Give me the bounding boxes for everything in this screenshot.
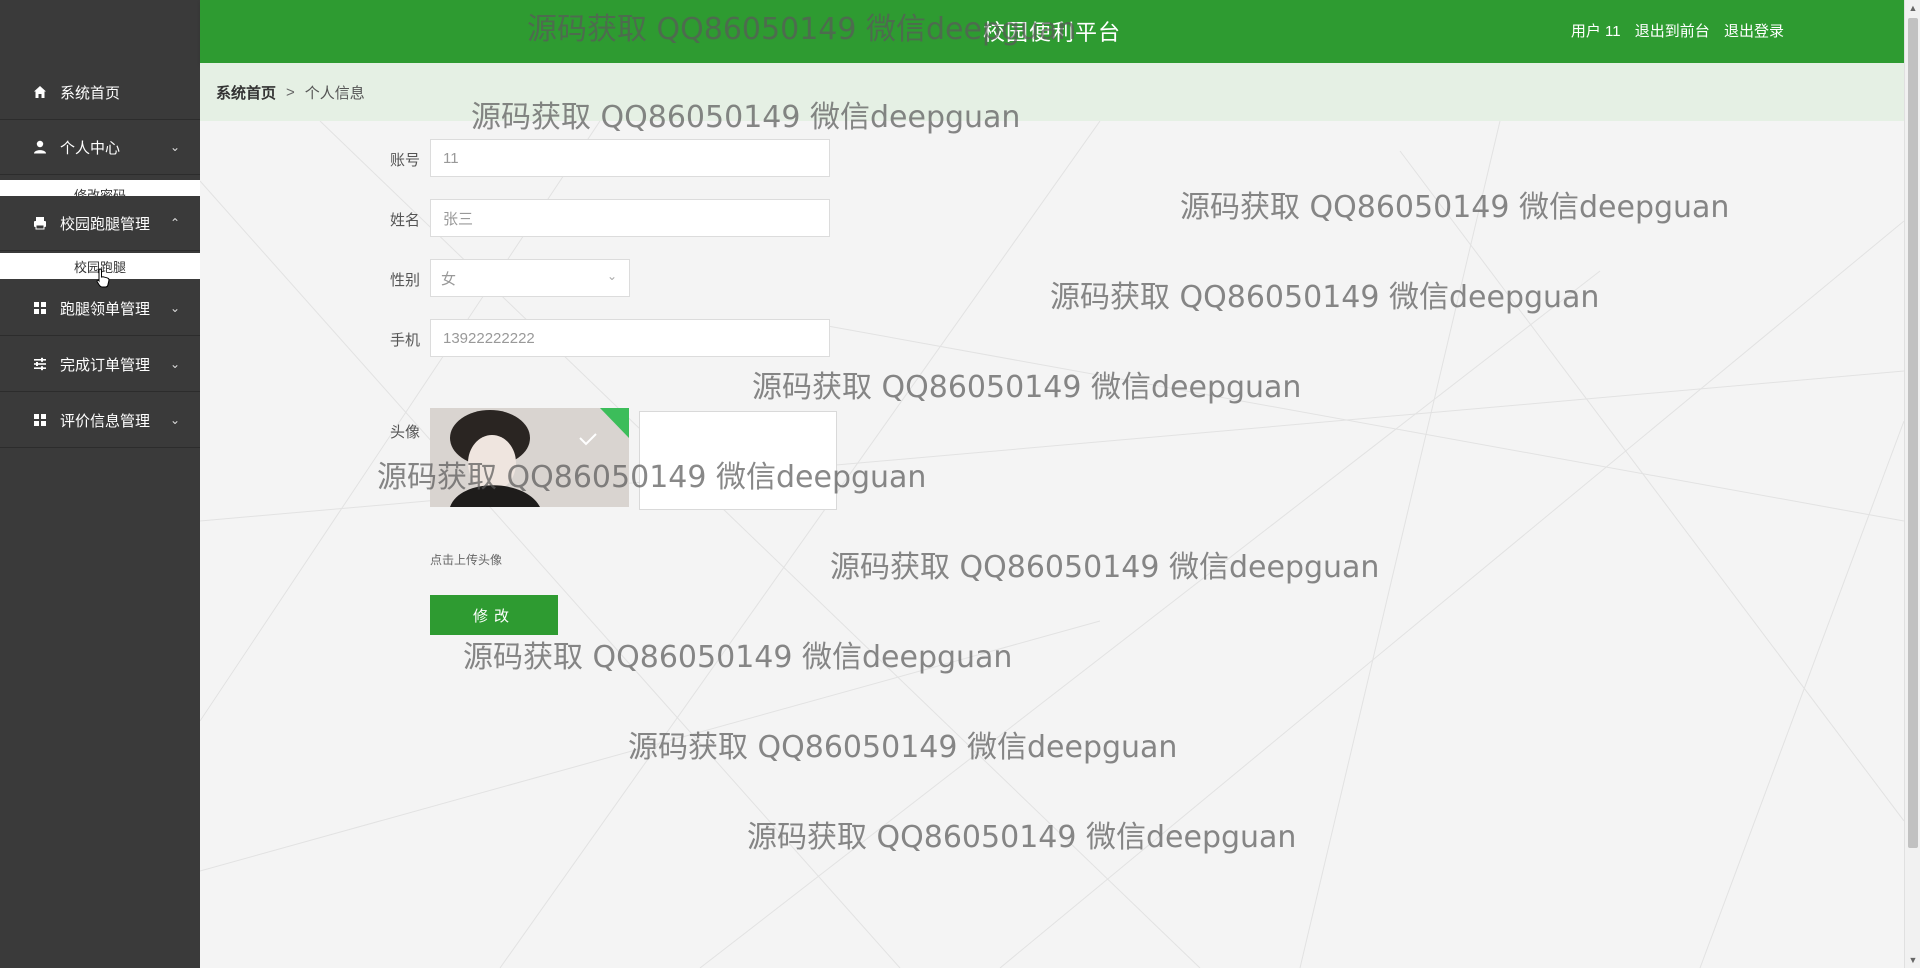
chevron-up-icon: ⌃	[169, 216, 180, 230]
user-area: 用户 11 退出到前台 退出登录	[1561, 20, 1784, 41]
username-label: 用户 11	[1570, 23, 1621, 40]
chevron-down-icon: ⌄	[169, 140, 180, 154]
gender-label: 性别	[389, 272, 420, 289]
account-label: 账号	[389, 152, 420, 169]
mouse-pointer-icon	[96, 268, 110, 288]
back-to-front-link[interactable]: 退出到前台	[1635, 23, 1710, 40]
user-icon	[32, 139, 48, 155]
breadcrumb-home[interactable]: 系统首页	[216, 82, 276, 103]
page-scrollbar[interactable]: ▲ ▼	[1904, 0, 1920, 968]
sidebar: 系统首页 个人中心 ⌄ 修改密码 校园跑腿管理 ⌃ 校园跑腿 跑腿领单管理 ⌄ …	[0, 0, 200, 968]
scroll-up-arrow-icon[interactable]: ▲	[1905, 0, 1920, 16]
sliders-icon	[32, 356, 48, 372]
upload-hint-text: 点击上传头像	[430, 553, 503, 567]
grid-icon	[32, 300, 48, 316]
submenu-change-password[interactable]: 修改密码	[0, 180, 200, 196]
sidebar-item-home[interactable]: 系统首页	[0, 65, 200, 120]
phone-label: 手机	[389, 332, 420, 349]
avatar-label: 头像	[389, 424, 420, 441]
account-field[interactable]	[430, 139, 830, 177]
breadcrumb-separator: >	[286, 83, 295, 101]
sidebar-item-personal-center[interactable]: 个人中心 ⌄	[0, 120, 200, 175]
chevron-down-icon: ⌄	[606, 269, 617, 283]
sidebar-item-completed-order-management[interactable]: 完成订单管理 ⌄	[0, 337, 200, 392]
name-field[interactable]	[430, 199, 830, 237]
sidebar-item-label: 系统首页	[60, 84, 121, 102]
avatar-image	[430, 408, 629, 507]
sidebar-item-take-order-management[interactable]: 跑腿领单管理 ⌄	[0, 281, 200, 336]
home-icon	[32, 84, 48, 100]
sidebar-item-errand-management[interactable]: 校园跑腿管理 ⌃	[0, 196, 200, 251]
name-label: 姓名	[389, 212, 420, 229]
scroll-down-arrow-icon[interactable]: ▼	[1905, 952, 1920, 968]
main-content: 账号 姓名 性别 女 ⌄ 手机 头像 点击上传头像 修改	[200, 121, 1904, 968]
sidebar-logo-area	[0, 0, 200, 63]
breadcrumb-current: 个人信息	[304, 84, 365, 102]
sidebar-item-label: 跑腿领单管理	[60, 300, 151, 318]
logout-link[interactable]: 退出登录	[1724, 23, 1784, 40]
gender-select[interactable]: 女 ⌄	[430, 259, 630, 297]
grid-icon	[32, 412, 48, 428]
sidebar-item-label: 完成订单管理	[60, 356, 151, 374]
phone-field[interactable]	[430, 319, 830, 357]
background-pattern	[200, 121, 1904, 968]
breadcrumb: 系统首页 > 个人信息	[200, 63, 1904, 121]
chevron-down-icon: ⌄	[169, 413, 180, 427]
sidebar-item-label: 评价信息管理	[60, 412, 151, 430]
sidebar-item-label: 校园跑腿管理	[60, 215, 151, 233]
scrollbar-thumb[interactable]	[1908, 18, 1918, 848]
printer-icon	[32, 215, 48, 231]
top-header: 校园便利平台 用户 11 退出到前台 退出登录	[200, 0, 1904, 63]
chevron-down-icon: ⌄	[169, 301, 180, 315]
sidebar-item-review-management[interactable]: 评价信息管理 ⌄	[0, 393, 200, 448]
sidebar-item-label: 个人中心	[60, 139, 121, 157]
chevron-down-icon: ⌄	[169, 357, 180, 371]
gender-select-value: 女	[441, 270, 457, 288]
submit-button[interactable]: 修改	[430, 595, 558, 635]
avatar-upload-area[interactable]	[639, 411, 837, 510]
